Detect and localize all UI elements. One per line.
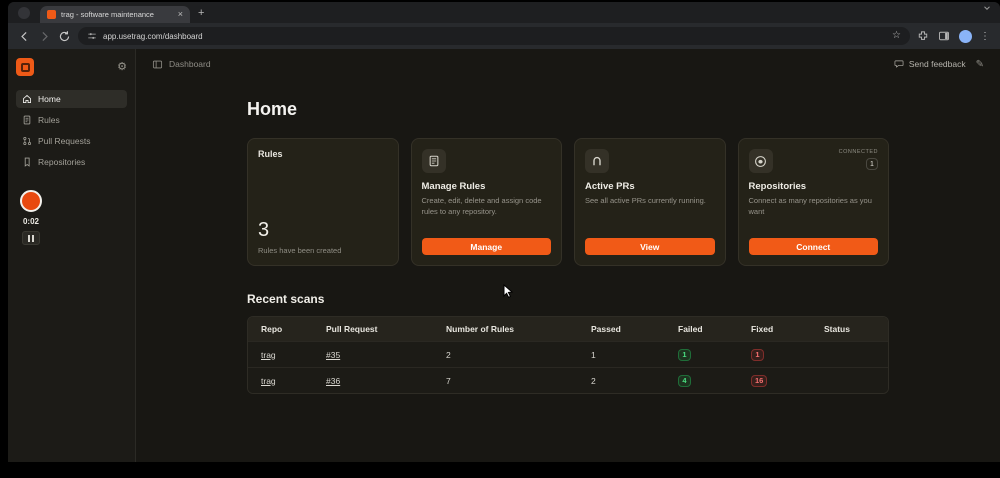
breadcrumb[interactable]: Dashboard bbox=[169, 59, 211, 69]
content-topbar: Dashboard Send feedback ✎ bbox=[136, 49, 1000, 79]
content-area: Dashboard Send feedback ✎ Home Rules 3 R… bbox=[136, 49, 1000, 462]
trag-logo bbox=[16, 58, 34, 76]
failed-badge: 1 bbox=[678, 348, 691, 361]
send-feedback-label: Send feedback bbox=[908, 59, 966, 69]
tab-search-icon[interactable] bbox=[18, 7, 30, 19]
recent-scans-table: Repo Pull Request Number of Rules Passed… bbox=[247, 316, 889, 394]
active-prs-description: See all active PRs currently running. bbox=[585, 196, 706, 205]
sidebar-item-repositories[interactable]: Repositories bbox=[16, 153, 127, 171]
active-prs-title: Active PRs bbox=[585, 181, 635, 192]
browser-tab[interactable]: trag - software maintenance × bbox=[40, 6, 190, 23]
active-prs-card: Active PRs See all active PRs currently … bbox=[574, 138, 726, 266]
manage-rules-card: Manage Rules Create, edit, delete and as… bbox=[410, 138, 562, 266]
pull-request-link[interactable]: #35 bbox=[326, 350, 340, 360]
fixed-badge: 1 bbox=[751, 348, 764, 361]
passed-cell: 1 bbox=[591, 349, 596, 360]
manage-rules-icon bbox=[421, 149, 446, 173]
site-settings-icon[interactable] bbox=[87, 31, 97, 41]
repo-link[interactable]: trag bbox=[261, 376, 276, 386]
repository-icon bbox=[24, 157, 30, 167]
column-header-fixed: Fixed bbox=[751, 324, 774, 334]
manage-rules-title: Manage Rules bbox=[421, 181, 486, 192]
github-icon bbox=[748, 149, 773, 173]
table-row: trag #35 2 1 1 1 bbox=[248, 341, 888, 367]
window-chevron-icon[interactable] bbox=[982, 2, 992, 18]
column-header-pull-request: Pull Request bbox=[326, 324, 378, 334]
passed-cell: 2 bbox=[591, 375, 596, 386]
rules-count-card: Rules 3 Rules have been created bbox=[247, 138, 399, 266]
sidebar-item-label: Pull Requests bbox=[38, 136, 91, 146]
browser-menu-icon[interactable]: ⋮ bbox=[980, 31, 990, 42]
screen-recorder-widget: 0:02 bbox=[18, 190, 44, 245]
forward-icon[interactable] bbox=[38, 30, 51, 43]
manage-rules-description: Create, edit, delete and assign code rul… bbox=[421, 196, 542, 216]
rules-card-caption: Rules have been created bbox=[258, 246, 342, 255]
connected-label: CONNECTED bbox=[838, 149, 878, 155]
profile-avatar[interactable] bbox=[959, 29, 972, 43]
sidebar-item-label: Home bbox=[38, 94, 61, 104]
record-stop-button[interactable] bbox=[20, 190, 42, 212]
pull-request-link[interactable]: #36 bbox=[326, 376, 340, 386]
browser-toolbar: app.usetrag.com/dashboard ☆ ⋮ bbox=[8, 23, 1000, 49]
table-header: Repo Pull Request Number of Rules Passed… bbox=[248, 317, 888, 341]
view-button[interactable]: View bbox=[585, 238, 715, 255]
column-header-passed: Passed bbox=[591, 324, 621, 334]
rules-count: 3 bbox=[258, 219, 270, 241]
column-header-repo: Repo bbox=[261, 324, 283, 334]
active-prs-icon bbox=[585, 149, 609, 173]
side-panel-icon[interactable] bbox=[938, 30, 951, 43]
browser-window: trag - software maintenance × + app.uset… bbox=[8, 2, 1000, 462]
main-panel: Home Rules 3 Rules have been created Man… bbox=[247, 83, 889, 394]
back-icon[interactable] bbox=[18, 30, 31, 43]
rules-count-cell: 2 bbox=[446, 349, 451, 360]
tab-favicon bbox=[47, 10, 56, 19]
pause-icon[interactable] bbox=[22, 231, 40, 245]
connect-button[interactable]: Connect bbox=[748, 238, 878, 255]
home-icon bbox=[23, 94, 31, 103]
column-header-number-of-rules: Number of Rules bbox=[446, 324, 515, 334]
sidebar-item-label: Rules bbox=[38, 115, 60, 125]
tab-close-icon[interactable]: × bbox=[178, 10, 183, 19]
repo-link[interactable]: trag bbox=[261, 350, 276, 360]
repositories-description: Connect as many repositories as you want bbox=[748, 196, 872, 216]
new-tab-button[interactable]: + bbox=[198, 7, 204, 19]
rules-card-label: Rules bbox=[258, 149, 283, 159]
sidebar-item-home[interactable]: Home bbox=[16, 90, 127, 108]
pull-request-icon bbox=[23, 136, 32, 146]
repositories-title: Repositories bbox=[748, 181, 807, 192]
address-bar[interactable]: app.usetrag.com/dashboard ☆ bbox=[78, 27, 910, 45]
extensions-icon[interactable] bbox=[917, 30, 930, 43]
bookmark-star-icon[interactable]: ☆ bbox=[892, 31, 901, 41]
reload-icon[interactable] bbox=[58, 30, 71, 43]
send-feedback-button[interactable]: Send feedback bbox=[894, 59, 966, 69]
connected-count-badge: 1 bbox=[866, 158, 878, 170]
feedback-bubble-icon bbox=[894, 60, 904, 68]
fixed-badge: 16 bbox=[751, 374, 768, 387]
repositories-card: CONNECTED 1 Repositories Connect as many… bbox=[737, 138, 889, 266]
recent-scans-title: Recent scans bbox=[247, 292, 325, 306]
failed-badge: 4 bbox=[678, 374, 691, 387]
summary-cards: Rules 3 Rules have been created Manage R… bbox=[247, 138, 889, 266]
sidebar: ⚙ Home Rules Pull Requests Repositories bbox=[8, 49, 136, 462]
recording-timer: 0:02 bbox=[22, 217, 39, 226]
column-header-status: Status bbox=[824, 324, 850, 334]
sidebar-item-pull-requests[interactable]: Pull Requests bbox=[16, 132, 127, 150]
rules-icon bbox=[23, 115, 31, 125]
app-body: ⚙ Home Rules Pull Requests Repositories bbox=[8, 49, 1000, 462]
tab-strip: trag - software maintenance × + bbox=[8, 2, 1000, 23]
rules-count-cell: 7 bbox=[446, 375, 451, 386]
sidebar-item-label: Repositories bbox=[38, 157, 86, 167]
column-header-failed: Failed bbox=[678, 324, 703, 334]
table-row: trag #36 7 2 4 16 bbox=[248, 367, 888, 393]
page-title: Home bbox=[247, 99, 298, 119]
sidebar-item-rules[interactable]: Rules bbox=[16, 111, 127, 129]
manage-button[interactable]: Manage bbox=[421, 238, 551, 255]
settings-gear-icon[interactable]: ⚙ bbox=[117, 61, 127, 73]
pen-icon[interactable]: ✎ bbox=[976, 59, 984, 70]
tab-title: trag - software maintenance bbox=[61, 10, 154, 19]
sidebar-toggle-icon[interactable] bbox=[152, 59, 163, 70]
url-text: app.usetrag.com/dashboard bbox=[103, 31, 203, 41]
